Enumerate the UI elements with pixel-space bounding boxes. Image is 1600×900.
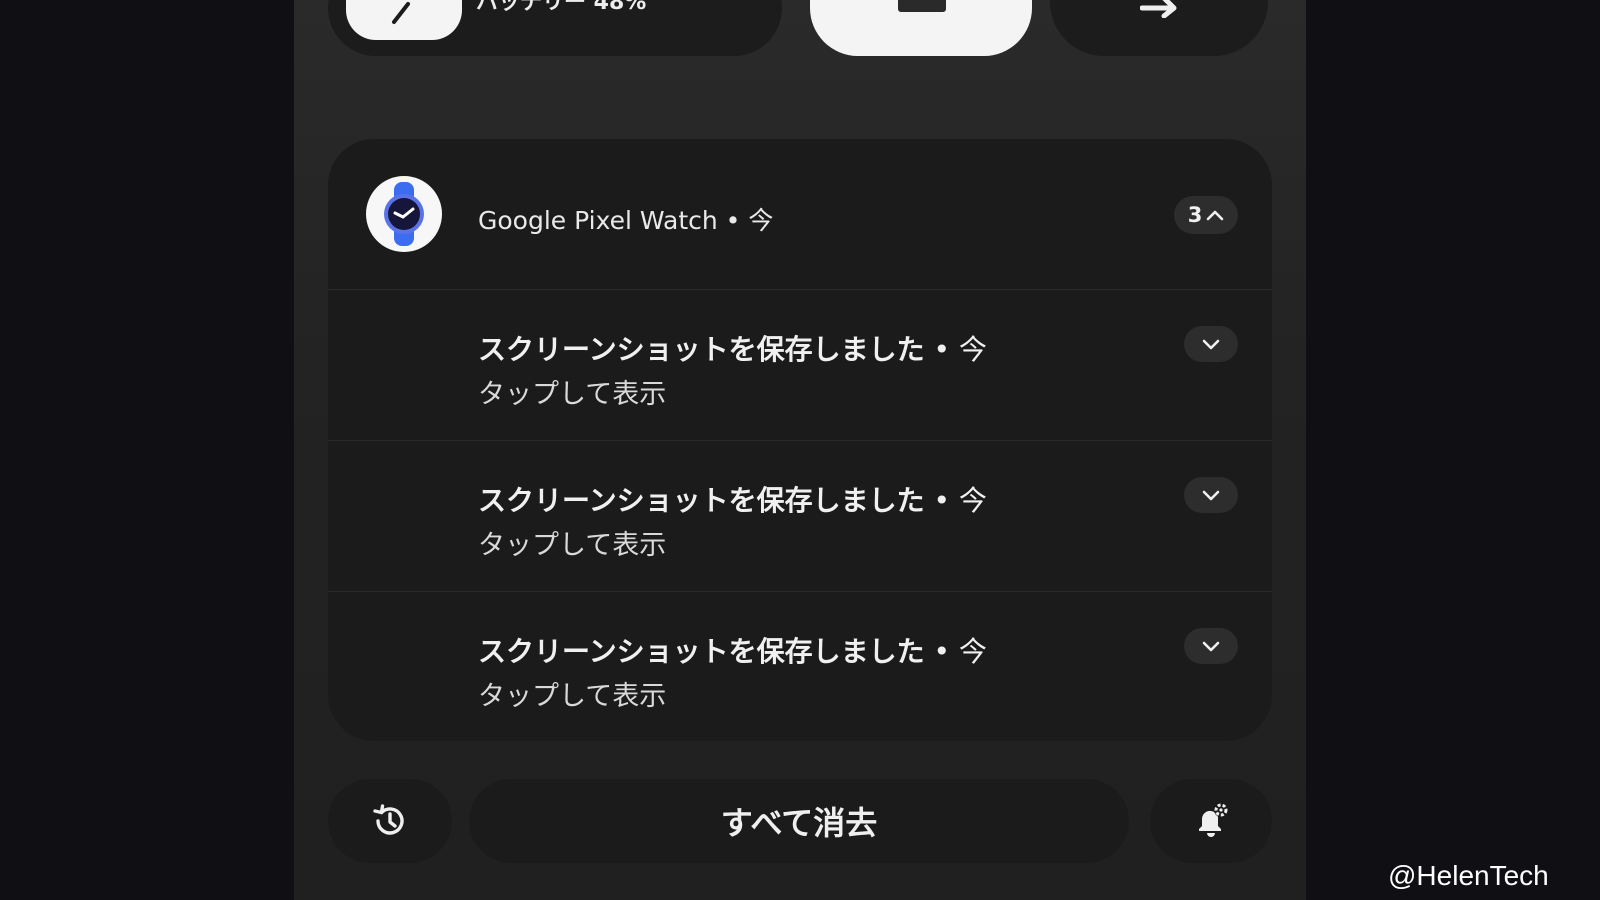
notification-text: タップして表示 <box>478 379 667 410</box>
expand-notification-button[interactable] <box>1184 326 1238 362</box>
notification-group-header[interactable]: Google Pixel Watch • 今 3 <box>328 139 1272 289</box>
notification-title-line: スクリーンショットを保存しました • 今 <box>478 630 987 670</box>
notification-time: • 今 <box>924 333 987 366</box>
watermark: @HelenTech <box>1388 860 1549 891</box>
expand-notification-button[interactable] <box>1184 628 1238 664</box>
notification-history-button[interactable] <box>328 779 452 863</box>
clear-all-button[interactable]: すべて消去 <box>469 779 1129 863</box>
app-icon <box>366 176 442 252</box>
notification-time: • 今 <box>924 635 987 668</box>
notification-title: スクリーンショットを保存しました <box>478 484 925 517</box>
notification-group-card: Google Pixel Watch • 今 3 スクリーンショットを保存しまし… <box>328 139 1272 741</box>
arrow-right-icon <box>1140 0 1177 18</box>
tablet-icon <box>898 0 946 12</box>
battery-label: バッテリー 48% <box>476 0 647 15</box>
device-tile-active[interactable] <box>810 0 1032 56</box>
notification-title: スクリーンショットを保存しました <box>478 333 925 366</box>
notification-item[interactable]: スクリーンショットを保存しました • 今 タップして表示 <box>328 592 1272 741</box>
notification-title-line: スクリーンショットを保存しました • 今 <box>478 479 987 519</box>
notification-text: タップして表示 <box>478 530 667 561</box>
notification-text: タップして表示 <box>478 681 667 712</box>
chevron-down-icon <box>1202 490 1220 501</box>
notification-item[interactable]: スクリーンショットを保存しました • 今 タップして表示 <box>328 441 1272 591</box>
collapse-group-button[interactable]: 3 <box>1174 196 1238 234</box>
forward-tile[interactable] <box>1050 0 1268 56</box>
notification-item[interactable]: スクリーンショットを保存しました • 今 タップして表示 <box>328 290 1272 440</box>
app-title: Google Pixel Watch • 今 <box>478 206 774 235</box>
notification-title: スクリーンショットを保存しました <box>478 635 925 668</box>
chevron-up-icon <box>1207 210 1224 221</box>
expand-notification-button[interactable] <box>1184 477 1238 513</box>
battery-tile[interactable]: バッテリー 48% <box>328 0 782 56</box>
notification-shade: バッテリー 48% Google Pixel Watch • 今 3 スクリーン… <box>294 0 1306 900</box>
notification-time: • 今 <box>924 484 987 517</box>
notification-title-line: スクリーンショットを保存しました • 今 <box>478 328 987 368</box>
bell-settings-icon <box>1199 803 1228 837</box>
battery-tile-icon-box <box>346 0 462 40</box>
notification-settings-button[interactable] <box>1150 779 1272 863</box>
quick-settings-row: バッテリー 48% <box>294 0 1306 56</box>
history-icon <box>373 804 404 835</box>
chevron-down-icon <box>1202 641 1220 652</box>
notification-count: 3 <box>1187 203 1203 227</box>
notification-actions-bar: すべて消去 <box>328 779 1272 863</box>
chevron-down-icon <box>1202 339 1220 350</box>
watch-battery-icon <box>392 2 410 24</box>
pixel-watch-icon <box>384 182 424 246</box>
